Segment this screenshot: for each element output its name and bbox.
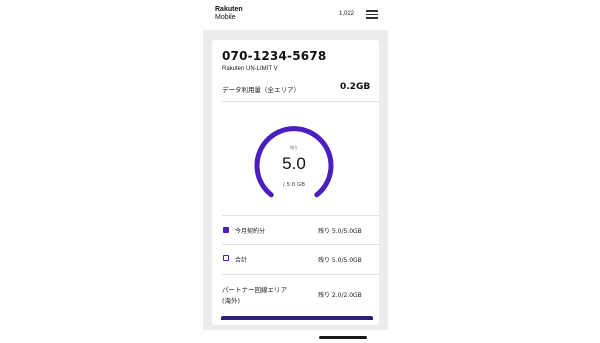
partner-area-label: パートナー回線エリア (海外) <box>222 285 287 307</box>
gauge-remaining-value: 5.0 <box>282 154 306 173</box>
logo-line-2: Mobile <box>215 14 236 21</box>
partner-label-line-1: パートナー回線エリア <box>222 286 287 294</box>
gauge-total: / 5.0 GB <box>282 182 306 188</box>
gauge-caption: 残り <box>290 145 298 150</box>
breakdown-value: 残り 5.0/5.0GB <box>318 257 362 264</box>
home-indicator[interactable] <box>319 336 367 339</box>
phone-number: 070-1234-5678 <box>222 49 327 63</box>
hamburger-menu-icon[interactable] <box>366 8 378 20</box>
usage-label: データ利用量（全エリア） <box>222 86 300 94</box>
divider <box>222 274 379 275</box>
divider <box>222 244 379 245</box>
breakdown-label: 合計 <box>235 257 248 264</box>
top-bar: Rakuten Mobile 1,022 <box>203 0 388 30</box>
breakdown-value: 残り 5.0/5.0GB <box>318 228 362 235</box>
action-button[interactable] <box>221 316 373 320</box>
partner-value: 残り 2.0/2.0GB <box>318 292 362 299</box>
contract-checkbox-icon[interactable] <box>223 227 229 233</box>
rakuten-mobile-logo[interactable]: Rakuten Mobile <box>215 6 243 22</box>
total-checkbox-icon[interactable] <box>223 255 229 261</box>
plan-name: Rakuten UN-LIMIT V <box>222 66 278 72</box>
partner-label-line-2: (海外) <box>222 297 241 305</box>
logo-line-1: Rakuten <box>215 6 243 13</box>
divider <box>222 101 379 102</box>
breakdown-label: 今月契約分 <box>235 228 266 235</box>
usage-value: 0.2GB <box>340 82 371 92</box>
divider <box>222 215 379 216</box>
points-count[interactable]: 1,022 <box>339 11 354 17</box>
